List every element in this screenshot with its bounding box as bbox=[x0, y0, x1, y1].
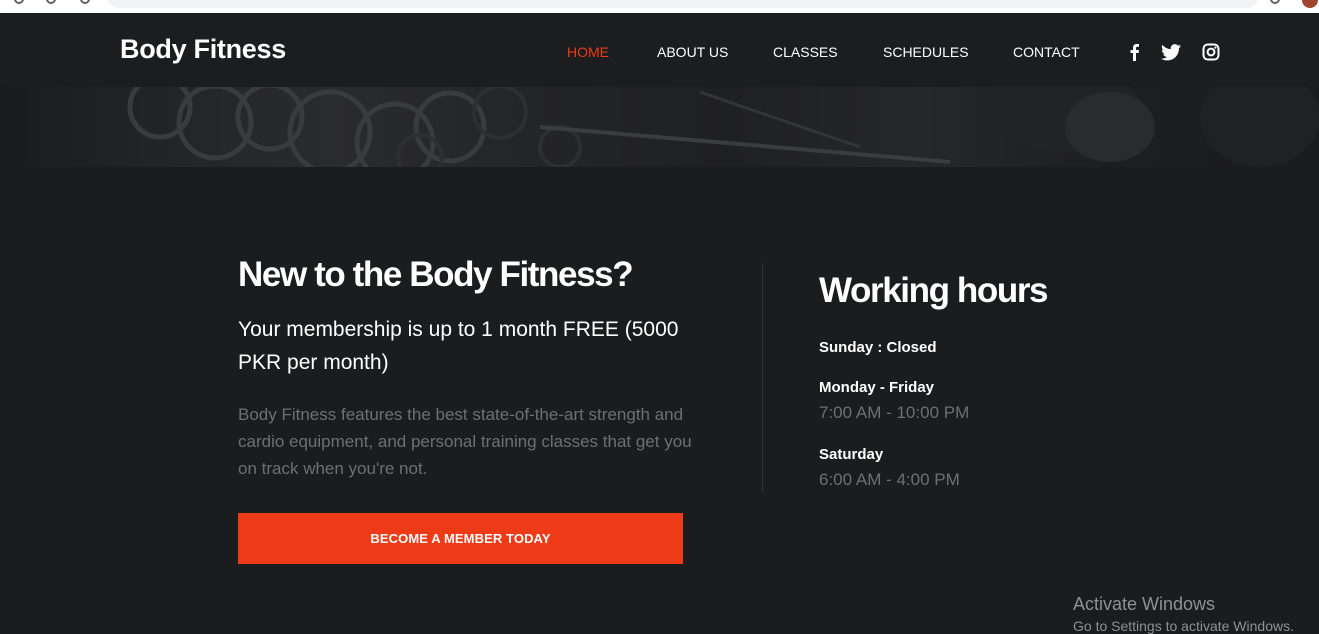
extensions-icon[interactable] bbox=[1270, 0, 1280, 4]
intro-title: New to the Body Fitness? bbox=[238, 255, 634, 294]
browser-toolbar bbox=[0, 0, 1319, 13]
back-icon[interactable] bbox=[14, 0, 24, 4]
hero-banner-image bbox=[0, 87, 1319, 167]
nav-schedules[interactable]: SCHEDULES bbox=[883, 44, 969, 60]
become-member-button[interactable]: BECOME A MEMBER TODAY bbox=[238, 513, 683, 564]
site-header: Body Fitness HOME ABOUT US CLASSES SCHED… bbox=[0, 13, 1319, 87]
forward-icon[interactable] bbox=[46, 0, 56, 4]
working-hours-title: Working hours bbox=[819, 271, 1049, 310]
brand-logo[interactable]: Body Fitness bbox=[120, 34, 286, 65]
instagram-icon[interactable] bbox=[1200, 41, 1222, 63]
activate-windows-title: Activate Windows bbox=[1073, 594, 1216, 614]
nav-contact[interactable]: CONTACT bbox=[1013, 44, 1080, 60]
nav-classes[interactable]: CLASSES bbox=[773, 44, 838, 60]
hours-label-weekdays: Monday - Friday bbox=[819, 379, 935, 396]
hours-label-saturday: Saturday bbox=[819, 446, 884, 463]
address-bar[interactable] bbox=[108, 0, 1258, 8]
twitter-icon[interactable] bbox=[1160, 41, 1182, 63]
membership-offer: Your membership is up to 1 month FREE (5… bbox=[238, 318, 679, 374]
hours-label-sunday: Sunday : Closed bbox=[819, 339, 937, 356]
nav-home[interactable]: HOME bbox=[567, 44, 609, 60]
intro-description: Body Fitness features the best state-of-… bbox=[238, 405, 692, 478]
facebook-icon[interactable] bbox=[1123, 41, 1145, 63]
hours-time-weekdays: 7:00 AM - 10:00 PM bbox=[819, 403, 970, 422]
column-divider bbox=[762, 263, 763, 492]
hours-time-saturday: 6:00 AM - 4:00 PM bbox=[819, 470, 960, 489]
nav-about-us[interactable]: ABOUT US bbox=[657, 44, 728, 60]
profile-avatar[interactable] bbox=[1302, 0, 1318, 8]
reload-icon[interactable] bbox=[80, 0, 90, 4]
activate-windows-subtitle: Go to Settings to activate Windows. bbox=[1073, 618, 1294, 634]
